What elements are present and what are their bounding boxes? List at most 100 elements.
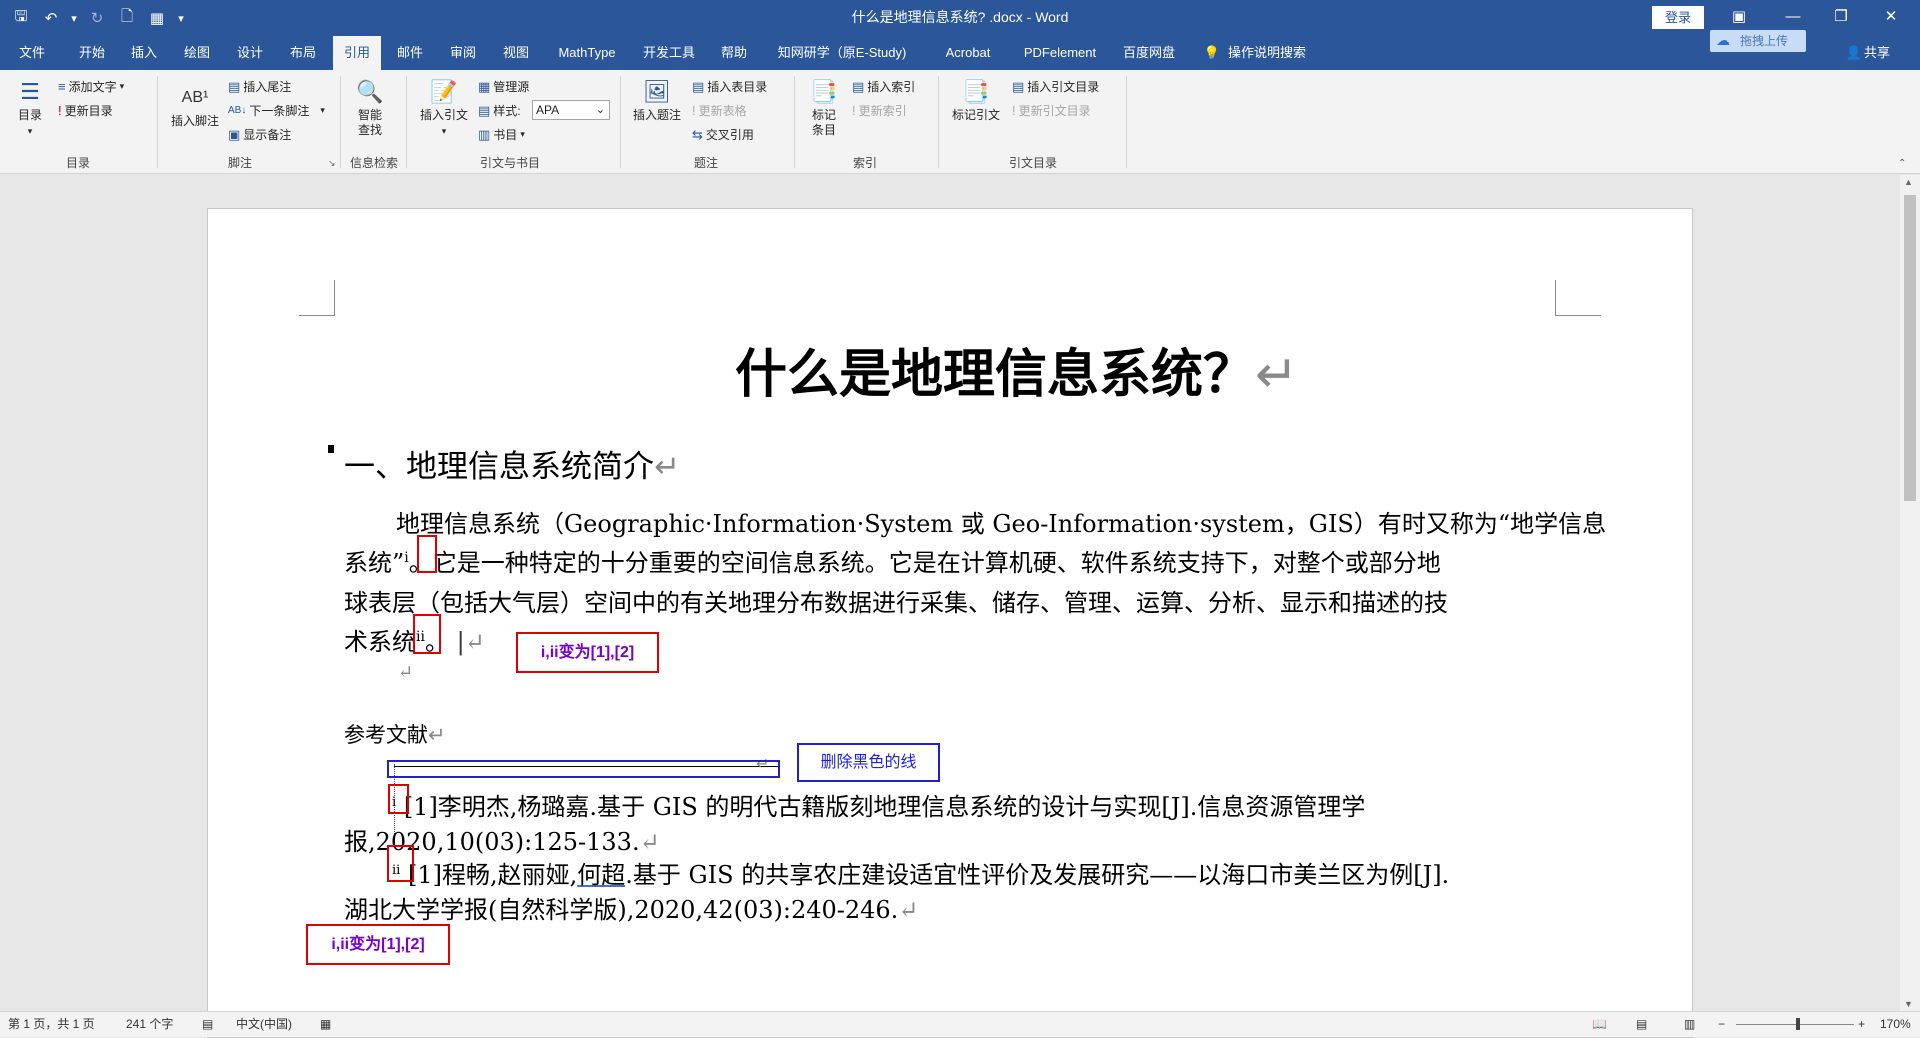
add-text-icon: ≡ [58,79,66,94]
tab-insert[interactable]: 插入 [122,36,166,70]
language-indicator[interactable]: 中文(中国) [236,1012,292,1037]
customize-toolbar-icon[interactable]: ▾ [174,5,188,31]
insert-footnote-button[interactable]: AB¹ 插入脚注 [166,84,224,129]
mark-citation-label: 标记引文 [951,108,1000,122]
redo-icon[interactable]: ↻ [84,5,110,31]
update-toa-button[interactable]: ! 更新引文目录 [1012,102,1091,119]
toc-label: 目录 [17,108,42,122]
mark-citation-button[interactable]: 📑 标记引文 [946,78,1006,123]
scrollbar-thumb[interactable] [1904,195,1916,501]
tab-review[interactable]: 审阅 [441,36,485,70]
annotation-box-endnote-ii [387,845,414,882]
macro-icon[interactable]: ▦ [320,1012,331,1037]
citation-style-select[interactable]: APA ⌄ [532,100,610,120]
toc-button[interactable]: ☰ 目录 ▾ [12,78,48,139]
tab-file[interactable]: 文件 [10,36,54,70]
tab-cnki[interactable]: 知网研学（原E-Study) [772,36,912,70]
touch-mode-icon[interactable]: ▦ [144,5,170,31]
zoom-slider-thumb[interactable] [1796,1018,1800,1030]
show-notes-button[interactable]: ▣ 显示备注 [228,126,291,143]
tab-baidu-netdisk[interactable]: 百度网盘 [1116,36,1182,70]
tab-pdfelement[interactable]: PDFelement [1014,36,1106,70]
tab-mailings[interactable]: 邮件 [388,36,432,70]
web-layout-icon[interactable]: ▥ [1684,1012,1695,1037]
read-mode-icon[interactable]: 📖 [1592,1012,1607,1037]
group-separator [794,76,795,168]
cross-reference-button[interactable]: ⇆ 交叉引用 [692,126,754,143]
insert-citation-button[interactable]: 📝 插入引文 ▾ [414,78,474,139]
bibliography-label: 书目 [493,128,518,142]
annotation-box-separator [387,760,780,778]
zoom-level[interactable]: 170% [1880,1012,1911,1037]
manage-sources-button[interactable]: ▦ 管理源 [478,78,529,95]
annotation-callout-3: i,ii变为[1],[2] [306,924,450,965]
tab-layout[interactable]: 布局 [281,36,325,70]
new-document-icon[interactable]: 🗋 [114,5,140,31]
style-icon: ▤ [478,102,491,118]
scroll-up-icon[interactable]: ▲ [1904,177,1913,187]
update-toa-icon: ! [1012,103,1016,118]
annotation-callout-1: i,ii变为[1],[2] [516,632,659,673]
bibliography-button[interactable]: ▥ 书目 ▾ [478,126,525,143]
insert-table-of-figures-button[interactable]: ▤ 插入表目录 [692,78,767,95]
ribbon-display-options-icon[interactable]: ▣ [1716,0,1762,34]
update-toc-icon: ! [58,103,62,118]
insert-endnote-button[interactable]: ▤ 插入尾注 [228,78,291,95]
proofing-icon[interactable]: ▤ [202,1012,213,1037]
next-footnote-button[interactable]: AB↓ 下一条脚注 ▾ [228,102,325,119]
undo-icon[interactable]: ↶ [38,5,64,31]
collapse-ribbon-icon[interactable]: ⌃ [1898,158,1906,169]
save-icon[interactable]: 🖫 [8,5,34,31]
group-label-index: 索引 [852,156,877,170]
word-count[interactable]: 241 个字 [126,1012,173,1037]
next-footnote-icon: AB↓ [228,105,247,116]
tab-developer[interactable]: 开发工具 [636,36,702,70]
tab-design[interactable]: 设计 [228,36,272,70]
insert-caption-button[interactable]: 🖼 插入题注 [628,78,686,123]
zoom-in-icon[interactable]: + [1858,1012,1865,1037]
insert-toa-button[interactable]: ▤ 插入引文目录 [1012,78,1099,95]
mark-entry-label: 标记 条目 [811,108,836,137]
smart-lookup-icon: 🔍 [356,79,384,104]
update-table-button[interactable]: ! 更新表格 [692,102,747,119]
mark-entry-button[interactable]: 📑 标记 条目 [802,78,846,138]
zoom-slider[interactable] [1736,1024,1854,1025]
endnote-icon: ▤ [228,78,241,94]
login-button[interactable]: 登录 [1652,6,1704,29]
annotation-text-3: i,ii变为[1],[2] [331,936,425,953]
insert-index-button[interactable]: ▤ 插入索引 [852,78,915,95]
update-toc-button[interactable]: ! 更新目录 [58,102,113,119]
references-heading: 参考文献↵ [344,723,446,747]
page-count[interactable]: 第 1 页，共 1 页 [8,1012,95,1037]
chevron-down-icon: ⌄ [595,104,605,116]
scroll-down-icon[interactable]: ▼ [1904,999,1913,1009]
share-button[interactable]: 共享 [1864,36,1904,70]
add-text-button[interactable]: ≡ 添加文字 ▾ [58,78,124,95]
tab-home[interactable]: 开始 [70,36,114,70]
annotation-box-endnote-i [388,784,409,814]
tab-help[interactable]: 帮助 [712,36,756,70]
reference-line: 湖北大学学报(自然科学版),2020,42(03):240-246.↵ [344,896,919,924]
tab-references[interactable]: 引用 [333,36,381,70]
tell-me-search[interactable]: 操作说明搜索 [1228,36,1338,70]
minimize-icon[interactable]: — [1770,0,1816,34]
zoom-out-icon[interactable]: − [1718,1012,1725,1037]
body-paragraph-line: 地理信息系统（Geographic·Information·System 或 G… [396,510,1607,538]
tab-mathtype[interactable]: MathType [548,36,626,70]
smart-lookup-label: 智能 查找 [357,108,382,137]
tab-draw[interactable]: 绘图 [175,36,219,70]
update-index-button[interactable]: ! 更新索引 [852,102,907,119]
tab-view[interactable]: 视图 [494,36,538,70]
tab-acrobat[interactable]: Acrobat [934,36,1002,70]
reference-line: ii [1]程畅,赵丽娅,何超.基于 GIS 的共享农庄建设适宜性评价及发展研究… [392,861,1450,889]
heading-marker [328,445,334,453]
print-layout-icon[interactable]: ▤ [1636,1012,1647,1037]
close-icon[interactable]: ✕ [1868,0,1914,34]
undo-dropdown-icon[interactable]: ▾ [68,5,80,31]
annotation-callout-2: 删除黑色的线 [797,743,940,782]
show-notes-label: 显示备注 [243,128,292,142]
footnote-dialog-launcher[interactable]: ↘ [328,158,336,169]
restore-icon[interactable]: ❐ [1818,0,1864,34]
smart-lookup-button[interactable]: 🔍 智能 查找 [348,78,392,138]
annotation-box-footnote-ii [413,614,441,654]
